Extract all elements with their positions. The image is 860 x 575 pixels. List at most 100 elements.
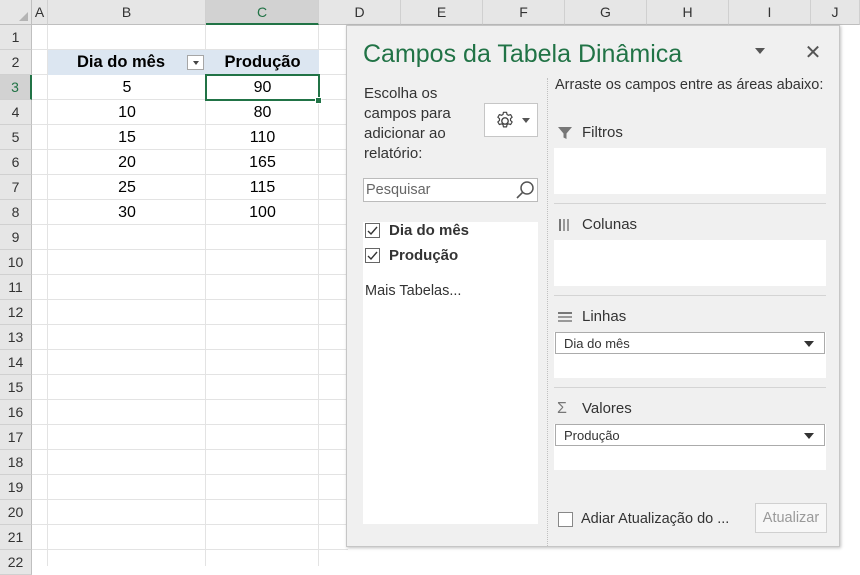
defer-update-option[interactable]: Adiar Atualização do ... — [558, 511, 729, 527]
field-item-production[interactable]: Produção — [365, 244, 458, 266]
row-header-13[interactable]: 13 — [0, 325, 32, 350]
gridline — [32, 374, 348, 375]
table-header-day-label: Dia do mês — [76, 53, 166, 71]
row-header-14[interactable]: 14 — [0, 350, 32, 375]
gridline — [32, 249, 348, 250]
area-columns-title: Colunas — [557, 216, 637, 233]
area-rows-label: Linhas — [582, 308, 627, 325]
checkmark-icon — [367, 226, 378, 235]
table-cell-day[interactable]: 15 — [48, 125, 206, 150]
gear-icon — [497, 111, 513, 128]
rows-field-label: Dia do mês — [564, 335, 630, 351]
gridline — [32, 499, 348, 500]
rows-field-chip[interactable]: Dia do mês — [555, 332, 825, 354]
gridline — [32, 274, 348, 275]
table-cell-production[interactable]: 115 — [206, 175, 319, 200]
table-cell-production[interactable]: 110 — [206, 125, 319, 150]
row-header-12[interactable]: 12 — [0, 300, 32, 325]
column-header-d[interactable]: D — [319, 0, 401, 25]
row-header-4[interactable]: 4 — [0, 100, 32, 125]
area-rows-dropzone[interactable]: Dia do mês — [554, 332, 826, 378]
row-header-9[interactable]: 9 — [0, 225, 32, 250]
table-cell-production[interactable]: 165 — [206, 150, 319, 175]
row-header-15[interactable]: 15 — [0, 375, 32, 400]
pane-divider — [547, 78, 548, 546]
pivot-fields-pane: Campos da Tabela Dinâmica ✕ Escolha os c… — [346, 25, 840, 547]
row-header-22[interactable]: 22 — [0, 550, 32, 575]
search-input[interactable]: Pesquisar — [363, 178, 538, 202]
row-header-2[interactable]: 2 — [0, 50, 32, 75]
table-cell-day[interactable]: 30 — [48, 200, 206, 225]
gridline — [32, 474, 348, 475]
column-header-h[interactable]: H — [647, 0, 729, 25]
gridline — [32, 424, 348, 425]
row-header-16[interactable]: 16 — [0, 400, 32, 425]
row-header-3[interactable]: 3 — [0, 75, 32, 100]
columns-icon — [557, 217, 573, 233]
row-header-5[interactable]: 5 — [0, 125, 32, 150]
pane-title: Campos da Tabela Dinâmica — [363, 40, 683, 68]
area-values-label: Valores — [582, 400, 632, 417]
update-button[interactable]: Atualizar — [755, 503, 827, 533]
column-header-c[interactable]: C — [206, 0, 319, 25]
row-header-18[interactable]: 18 — [0, 450, 32, 475]
rows-icon — [557, 309, 573, 325]
area-filters-dropzone[interactable] — [554, 148, 826, 194]
row-header-17[interactable]: 17 — [0, 425, 32, 450]
row-header-10[interactable]: 10 — [0, 250, 32, 275]
gridline — [32, 324, 348, 325]
table-cell-day[interactable]: 25 — [48, 175, 206, 200]
area-divider — [554, 295, 826, 296]
table-cell-day[interactable]: 10 — [48, 100, 206, 125]
table-cell-production[interactable]: 100 — [206, 200, 319, 225]
field-checkbox-day[interactable] — [365, 222, 380, 238]
select-all-corner[interactable] — [0, 0, 32, 25]
values-field-chip[interactable]: Produção — [555, 424, 825, 446]
area-columns-dropzone[interactable] — [554, 240, 826, 286]
chevron-down-icon[interactable] — [804, 433, 814, 439]
area-divider — [554, 387, 826, 388]
field-list: Dia do mês Produção Mais Tabelas... — [363, 222, 538, 524]
column-header-g[interactable]: G — [565, 0, 647, 25]
row-header-6[interactable]: 6 — [0, 150, 32, 175]
gridline — [32, 524, 348, 525]
row-header-8[interactable]: 8 — [0, 200, 32, 225]
table-header-day[interactable]: Dia do mês — [48, 50, 206, 75]
column-header-e[interactable]: E — [401, 0, 483, 25]
tools-gear-button[interactable] — [484, 103, 538, 137]
active-cell[interactable]: 90 — [205, 74, 320, 101]
values-field-label: Produção — [564, 427, 620, 443]
table-cell-production[interactable]: 80 — [206, 100, 319, 125]
row-header-20[interactable]: 20 — [0, 500, 32, 525]
column-header-i[interactable]: I — [729, 0, 811, 25]
search-icon[interactable] — [514, 180, 536, 202]
gridline — [32, 399, 348, 400]
row-header-1[interactable]: 1 — [0, 25, 32, 50]
filter-dropdown-button[interactable] — [187, 55, 204, 70]
table-header-production[interactable]: Produção — [206, 50, 319, 75]
area-columns-label: Colunas — [582, 216, 638, 233]
row-header-19[interactable]: 19 — [0, 475, 32, 500]
column-header-a[interactable]: A — [32, 0, 48, 25]
table-cell-day[interactable]: 5 — [48, 75, 206, 100]
table-cell-day[interactable]: 20 — [48, 150, 206, 175]
column-header-j[interactable]: J — [811, 0, 860, 25]
chevron-down-icon[interactable] — [804, 341, 814, 347]
close-icon[interactable]: ✕ — [803, 40, 823, 65]
field-checkbox-production[interactable] — [365, 247, 380, 263]
row-header-7[interactable]: 7 — [0, 175, 32, 200]
row-header-11[interactable]: 11 — [0, 275, 32, 300]
defer-update-label: Adiar Atualização do ... — [581, 511, 730, 527]
column-header-f[interactable]: F — [483, 0, 565, 25]
area-values-dropzone[interactable]: Produção — [554, 424, 826, 470]
defer-update-checkbox[interactable] — [558, 511, 573, 527]
row-header-21[interactable]: 21 — [0, 525, 32, 550]
gridline — [32, 349, 348, 350]
area-divider — [554, 203, 826, 204]
chevron-down-icon — [522, 118, 530, 123]
field-item-day[interactable]: Dia do mês — [365, 219, 469, 241]
column-header-b[interactable]: B — [48, 0, 206, 25]
pane-options-dropdown-icon[interactable] — [755, 48, 765, 54]
more-tables-link[interactable]: Mais Tabelas... — [365, 283, 461, 299]
sigma-icon: Σ — [557, 399, 567, 417]
